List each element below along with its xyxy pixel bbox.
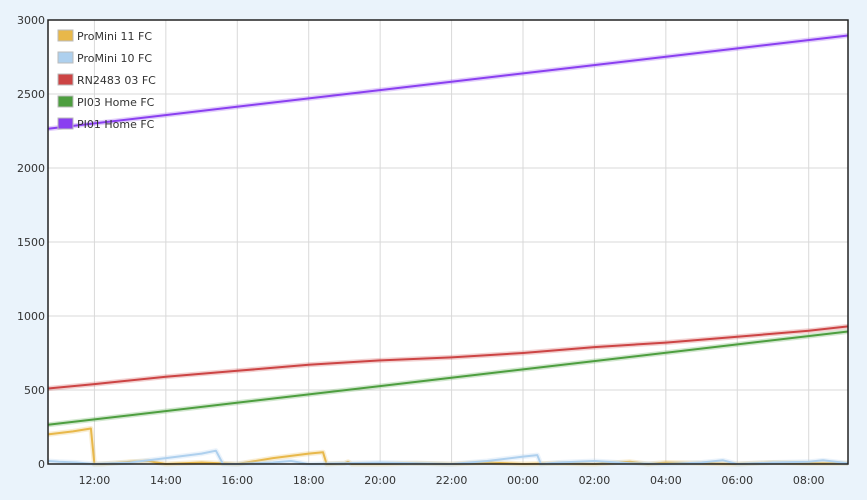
legend-label: PI03 Home FC (77, 96, 155, 109)
x-tick-label: 00:00 (507, 474, 539, 487)
line-chart: 0 500 1000 1500 2000 2500 3000 12:00 14:00 16:00… (17, 14, 849, 487)
x-tick-label: 16:00 (221, 474, 253, 487)
y-tick-label: 500 (24, 384, 45, 397)
x-tick-label: 02:00 (579, 474, 611, 487)
legend-item-promini-10-fc[interactable]: ProMini 10 FC (57, 51, 152, 65)
y-tick-label: 0 (38, 458, 45, 471)
y-tick-label: 2000 (17, 162, 45, 175)
legend-label: RN2483 03 FC (77, 74, 156, 87)
legend-swatch (57, 73, 74, 86)
chart-container: 0 500 1000 1500 2000 2500 3000 12:00 14:00 16:00… (0, 0, 867, 496)
legend-label: PI01 Home FC (77, 118, 155, 131)
legend-item-promini-11-fc[interactable]: ProMini 11 FC (57, 29, 152, 43)
x-tick-label: 04:00 (650, 474, 682, 487)
legend-swatch (57, 95, 74, 108)
x-tick-label: 22:00 (436, 474, 468, 487)
x-tick-label: 12:00 (79, 474, 111, 487)
legend-item-pi01-home-fc[interactable]: PI01 Home FC (57, 117, 155, 131)
x-tick-label: 14:00 (150, 474, 182, 487)
x-tick-label: 08:00 (793, 474, 825, 487)
y-tick-label: 2500 (17, 88, 45, 101)
legend-swatch (57, 117, 74, 130)
x-tick-label: 20:00 (364, 474, 396, 487)
y-tick-label: 3000 (17, 14, 45, 27)
legend-swatch (57, 51, 74, 64)
legend-label: ProMini 11 FC (77, 30, 152, 43)
legend-label: ProMini 10 FC (77, 52, 152, 65)
y-axis: 0 500 1000 1500 2000 2500 3000 (17, 14, 45, 471)
y-tick-label: 1500 (17, 236, 45, 249)
x-axis: 12:00 14:00 16:00 18:00 20:00 22:00 00:00 02:00… (79, 474, 825, 487)
legend-item-pi03-home-fc[interactable]: PI03 Home FC (57, 95, 155, 109)
y-tick-label: 1000 (17, 310, 45, 323)
legend-swatch (57, 29, 74, 42)
legend-item-rn2483-03-fc[interactable]: RN2483 03 FC (57, 73, 156, 87)
x-tick-label: 06:00 (721, 474, 753, 487)
x-tick-label: 18:00 (293, 474, 325, 487)
